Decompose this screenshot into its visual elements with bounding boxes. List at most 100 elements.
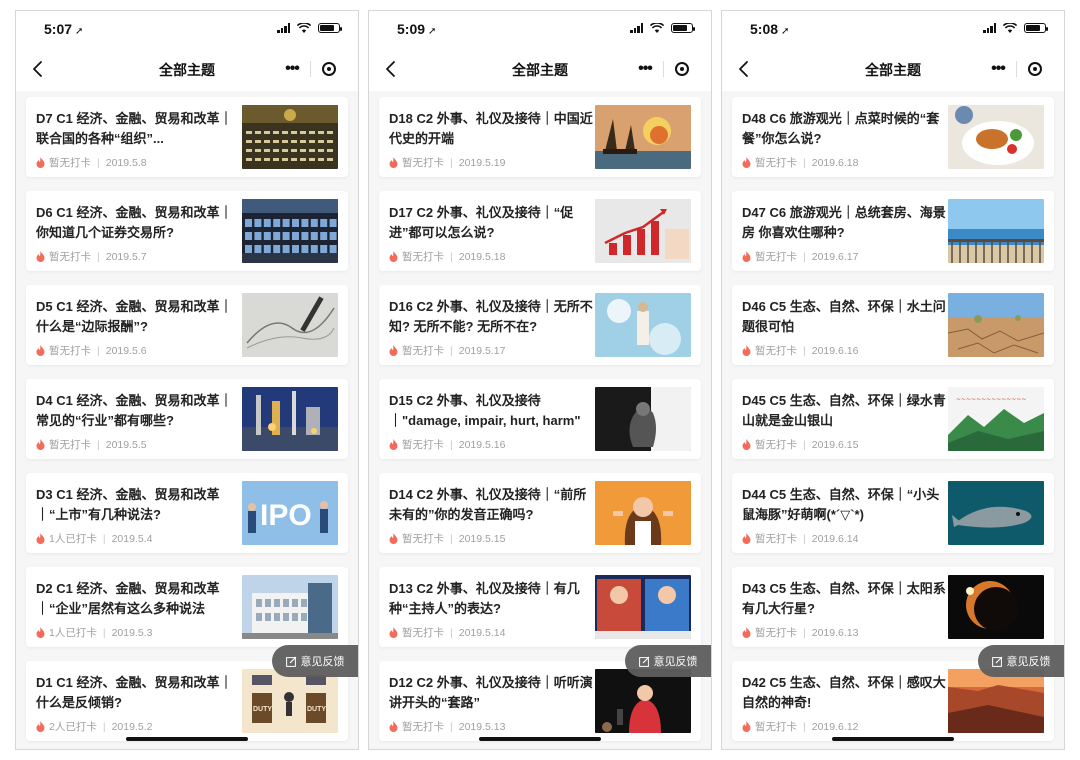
topic-title: D18 C2 外事、礼仪及接待｜中国近代史的开端 [389,111,593,146]
target-icon [322,62,336,76]
phone-screen-1: 5:07 ➚ 全部主题 ••• D7 C1 经济、金融、贸易和改革｜联合国的各种“组织”… [15,10,359,750]
status-time: 5:09 [397,21,426,37]
topic-card[interactable]: D46 C5 生态、自然、环保｜水土问题很可怕 暂无打卡 | 2019.6.16 [732,285,1054,365]
solar-eclipse-image [948,575,1044,639]
office-building-image [242,575,338,639]
location-arrow-icon: ➚ [428,26,437,37]
topic-meta: 暂无打卡 | 2019.5.15 [389,531,505,546]
topic-card[interactable]: D17 C2 外事、礼仪及接待｜“促进”都可以怎么说? 暂无打卡 | 2019.5.1… [379,191,701,271]
checkin-status: 暂无打卡 [755,439,797,451]
signal-icon [630,23,643,33]
status-time: 5:08 [750,21,779,37]
checkin-status: 暂无打卡 [49,439,91,451]
topic-meta: 2人已打卡 | 2019.5.2 [36,719,152,734]
fire-icon [36,251,45,262]
checkin-status: 暂无打卡 [755,251,797,263]
phone-screen-3: 5:08 ➚ 全部主题 ••• D48 C6 旅游观光｜点菜时候的“套餐”你怎么说? 暂无… [721,10,1065,750]
topic-title: D43 C5 生态、自然、环保｜太阳系有几大行星? [742,581,946,616]
checkin-status: 暂无打卡 [49,251,91,263]
topic-card[interactable]: D4 C1 经济、金融、贸易和改革｜常见的“行业”都有哪些? 暂无打卡 | 2019.… [26,379,348,459]
fire-icon [36,439,45,450]
topic-card[interactable]: D43 C5 生态、自然、环保｜太阳系有几大行星? 暂无打卡 | 2019.6.13 [732,567,1054,647]
signal-icon [983,23,996,33]
topic-card[interactable]: D3 C1 经济、金融、贸易和改革｜“上市”有几种说法? 1人已打卡 | 2019.5… [26,473,348,553]
checkin-status: 1人已打卡 [49,627,97,639]
topic-card[interactable]: D45 C5 生态、自然、环保｜绿水青山就是金山银山 暂无打卡 | 2019.6.15… [732,379,1054,459]
topic-title: D15 C2 外事、礼仪及接待｜"damage, impair, hurt, h… [389,393,581,428]
close-mini-program-button[interactable] [664,62,700,76]
topic-title: D12 C2 外事、礼仪及接待｜听听演讲开头的“套路” [389,675,593,710]
status-time: 5:07 [44,21,73,37]
close-mini-program-button[interactable] [311,62,347,76]
topic-card[interactable]: D44 C5 生态、自然、环保｜“小头鼠海豚”好萌啊(*´▽`*) 暂无打卡 | 20… [732,473,1054,553]
feedback-button[interactable]: 意见反馈 [978,645,1064,677]
roast-dinner-plate-image [948,105,1044,169]
signal-icon [277,23,290,33]
nav-bar: 全部主题 ••• [369,47,711,91]
topic-meta: 暂无打卡 | 2019.6.12 [742,719,858,734]
seaview-balcony-image [948,199,1044,263]
more-dots-icon[interactable]: ••• [627,60,663,78]
topic-meta: 暂无打卡 | 2019.6.18 [742,155,858,170]
topic-date: 2019.6.12 [811,720,859,733]
svg-text:DUTY: DUTY [307,706,326,713]
topic-card[interactable]: D47 C6 旅游观光｜总统套房、海景房 你喜欢住哪种? 暂无打卡 | 2019.6.… [732,191,1054,271]
topic-title: D3 C1 经济、金融、贸易和改革｜“上市”有几种说法? [36,487,220,522]
phone-screen-2: 5:09 ➚ 全部主题 ••• D18 C2 外事、礼仪及接待｜中国近代史的开端暂无打卡… [368,10,712,750]
fire-icon [742,251,751,262]
svg-text:IPO: IPO [260,499,312,532]
topic-meta: 暂无打卡 | 2019.5.7 [36,249,147,264]
topic-card[interactable]: D15 C2 外事、礼仪及接待｜"damage, impair, hurt, h… [379,379,701,459]
mini-program-capsule: ••• [627,55,701,83]
jesus-clouds-image [595,293,691,357]
checkin-status: 暂无打卡 [755,345,797,357]
topic-date: 2019.5.8 [105,156,147,169]
mini-program-capsule: ••• [274,55,348,83]
feedback-button[interactable]: 意见反馈 [625,645,711,677]
surprised-woman-image [595,481,691,545]
topic-date: 2019.5.17 [458,344,506,357]
news-anchors-image [595,575,691,639]
checkin-status: 暂无打卡 [402,157,444,169]
topic-card[interactable]: D16 C2 外事、礼仪及接待｜无所不知? 无所不能? 无所不在? 暂无打卡 | 20… [379,285,701,365]
topic-date: 2019.6.13 [811,626,859,639]
pen-on-chart-image [242,293,338,357]
checkin-status: 暂无打卡 [755,721,797,733]
topic-card[interactable]: D2 C1 经济、金融、贸易和改革｜“企业”居然有这么多种说法 1人已打卡 | 201… [26,567,348,647]
topic-date: 2019.6.15 [811,438,859,451]
topic-meta: 1人已打卡 | 2019.5.4 [36,531,152,546]
more-dots-icon[interactable]: ••• [980,60,1016,78]
topic-meta: 暂无打卡 | 2019.5.8 [36,155,147,170]
topic-meta: 1人已打卡 | 2019.5.3 [36,625,152,640]
growth-bar-chart-image [595,199,691,263]
topic-card[interactable]: D14 C2 外事、礼仪及接待｜“前所未有的”你的发音正确吗? 暂无打卡 | 2019… [379,473,701,553]
topic-card[interactable]: D13 C2 外事、礼仪及接待｜有几种“主持人”的表达? 暂无打卡 | 2019.5.… [379,567,701,647]
fire-icon [389,439,398,450]
close-mini-program-button[interactable] [1017,62,1053,76]
industrial-plant-image [242,387,338,451]
topic-card[interactable]: D5 C1 经济、金融、贸易和改革｜什么是“边际报酬”? 暂无打卡 | 2019.5.… [26,285,348,365]
battery-icon [671,23,695,33]
checkin-status: 暂无打卡 [402,721,444,733]
checkin-status: 暂无打卡 [402,627,444,639]
home-indicator [832,737,954,741]
checkin-status: 暂无打卡 [402,345,444,357]
target-icon [675,62,689,76]
topic-meta: 暂无打卡 | 2019.5.14 [389,625,505,640]
topic-meta: 暂无打卡 | 2019.6.14 [742,531,858,546]
green-mountains-image: ~~~~~~~~~~~~~~ [948,387,1044,451]
topic-card[interactable]: D48 C6 旅游观光｜点菜时候的“套餐”你怎么说? 暂无打卡 | 2019.6.18 [732,97,1054,177]
feedback-button[interactable]: 意见反馈 [272,645,358,677]
status-bar: 5:08 ➚ [722,11,1064,47]
topic-card[interactable]: D6 C1 经济、金融、贸易和改革｜你知道几个证券交易所? 暂无打卡 | 2019.5… [26,191,348,271]
fire-icon [389,251,398,262]
topic-title: D7 C1 经济、金融、贸易和改革｜联合国的各种“组织”... [36,111,233,146]
checkin-status: 暂无打卡 [402,533,444,545]
fire-icon [389,157,398,168]
topic-meta: 暂无打卡 | 2019.6.17 [742,249,858,264]
fire-icon [36,627,45,638]
wifi-icon [1003,23,1017,33]
topic-card[interactable]: D7 C1 经济、金融、贸易和改革｜联合国的各种“组织”... 暂无打卡 | 2019… [26,97,348,177]
more-dots-icon[interactable]: ••• [274,60,310,78]
topic-card[interactable]: D18 C2 外事、礼仪及接待｜中国近代史的开端 暂无打卡 | 2019.5.19 [379,97,701,177]
